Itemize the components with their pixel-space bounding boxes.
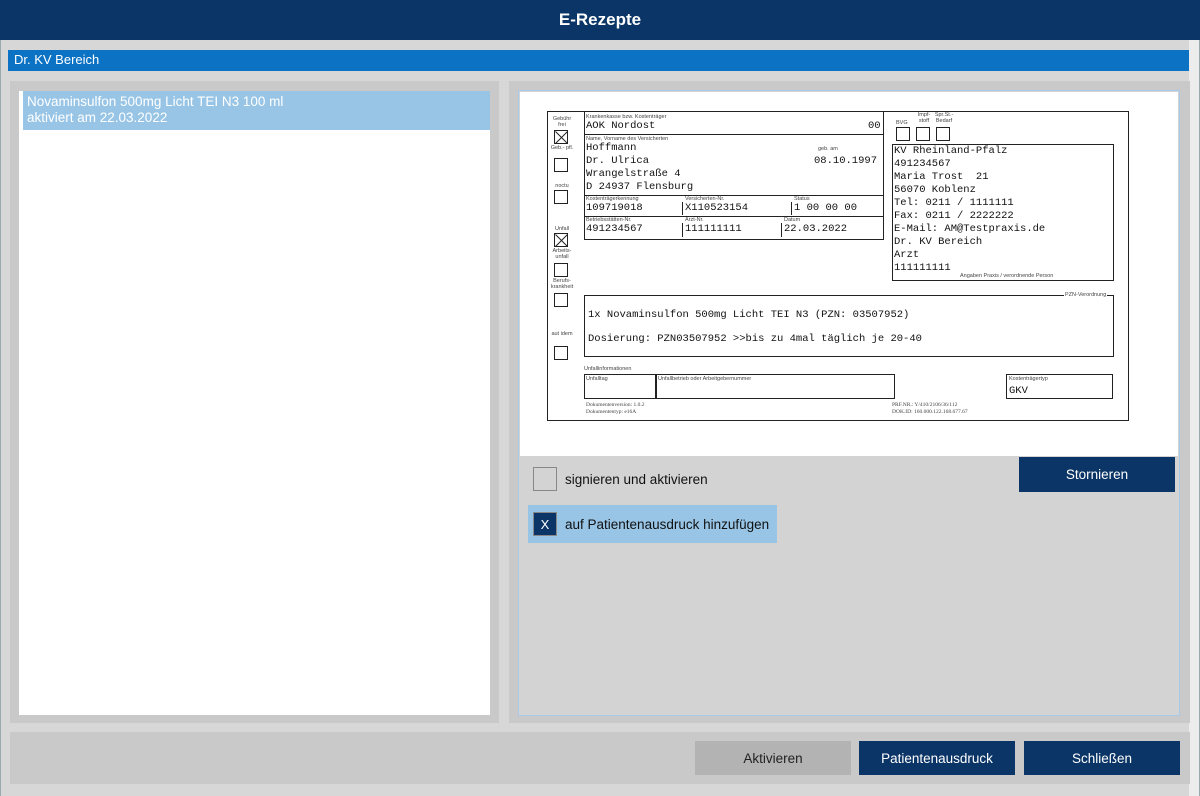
nachname-value: Hoffmann	[586, 142, 637, 154]
praxis-line-6: Fax: 0211 / 2222222	[894, 210, 1014, 222]
praxis-line-9: Arzt	[894, 249, 920, 261]
strasse-value: Wrangelstraße 4	[586, 168, 681, 180]
main-frame: Dr. KV Bereich Novaminsulfon 500mg Licht…	[0, 40, 1200, 796]
prescription-list-panel: Novaminsulfon 500mg Licht TEI N3 100 ml …	[10, 81, 499, 723]
section-header: Dr. KV Bereich	[8, 50, 1189, 71]
patient-print-row[interactable]: X auf Patientenausdruck hinzufügen	[528, 505, 777, 543]
label-noctu: noctu	[555, 183, 569, 189]
label-geb-pfl: Geb.- pfl.	[550, 145, 574, 151]
aktivieren-label: Aktivieren	[743, 750, 803, 766]
label-unfalltag: Unfalltag	[586, 376, 608, 382]
list-item[interactable]: Novaminsulfon 500mg Licht TEI N3 100 ml …	[23, 91, 490, 130]
checkbox-spr-st-bedarf	[936, 127, 950, 141]
prf-nr: PRF.NR.: Y/410/2106/36/112	[892, 402, 958, 408]
kostentraegerkennung-value: 109719018	[586, 202, 643, 214]
checkbox-noctu	[554, 190, 568, 204]
kasse-code-value: 00	[868, 120, 881, 132]
prescription-form: Gebühr frei Geb.- pfl. noctu Unfall Arbe…	[547, 111, 1129, 421]
kasse-value: AOK Nordost	[586, 120, 656, 132]
divider	[682, 223, 683, 237]
divider	[791, 202, 792, 215]
divider	[584, 134, 884, 135]
geburtsdatum-value: 08.10.1997	[814, 155, 878, 167]
patientenausdruck-button[interactable]: Patientenausdruck	[859, 741, 1015, 775]
praxis-line-5: Tel: 0211 / 1111111	[894, 197, 1014, 209]
dok-id: DOK.ID: 160.000.122.168.677.67	[892, 409, 968, 415]
checkbox-bvg	[896, 127, 910, 141]
checkbox-impfstoff	[916, 127, 930, 141]
divider	[781, 223, 782, 237]
dosierung-value: Dosierung: PZN03507952 >>bis zu 4mal täg…	[588, 333, 922, 345]
praxis-line-2: 491234567	[894, 158, 951, 170]
list-item-title: Novaminsulfon 500mg Licht TEI N3 100 ml	[27, 94, 284, 109]
verordnung-box	[584, 295, 1114, 357]
checkbox-arbeitsunfall	[554, 263, 568, 277]
patientenausdruck-label: Patientenausdruck	[881, 750, 993, 766]
vorname-value: Dr. Ulrica	[586, 155, 650, 167]
detail-panel: Gebühr frei Geb.- pfl. noctu Unfall Arbe…	[509, 81, 1190, 723]
stornieren-button[interactable]: Stornieren	[1019, 457, 1175, 492]
label-bvg: BVG	[896, 120, 908, 126]
praxis-line-3: Maria Trost 21	[894, 171, 989, 183]
window-title: E-Rezepte	[0, 0, 1200, 40]
label-spr-st-bedarf: Spr.St.- Bedarf	[934, 112, 954, 124]
label-unfallbetrieb: Unfallbetrieb oder Arbeitgebernummer	[658, 376, 752, 382]
datum-value: 22.03.2022	[784, 223, 848, 235]
checkbox-unfall	[554, 233, 568, 247]
label-geb-am: geb. am	[818, 146, 838, 152]
list-item-status: aktiviert am 22.03.2022	[27, 110, 168, 125]
prescription-list[interactable]: Novaminsulfon 500mg Licht TEI N3 100 ml …	[19, 91, 490, 715]
patient-print-checkbox[interactable]: X	[533, 512, 557, 536]
arzt-nr-value: 111111111	[685, 223, 742, 235]
label-aut-idem: aut idem	[551, 331, 573, 337]
window-scrollbar[interactable]	[1189, 40, 1199, 796]
stornieren-label: Stornieren	[1065, 467, 1129, 482]
checkbox-gebuehr-frei	[554, 130, 568, 144]
sign-activate-checkbox[interactable]	[533, 467, 557, 491]
status-value: 1 00 00 00	[794, 202, 858, 214]
schliessen-label: Schließen	[1071, 750, 1133, 766]
prescription-preview: Gebühr frei Geb.- pfl. noctu Unfall Arbe…	[520, 92, 1178, 456]
checkbox-aut-idem	[554, 346, 568, 360]
label-kostentraegertyp: Kostenträgertyp	[1009, 376, 1048, 382]
patient-print-label: auf Patientenausdruck hinzufügen	[565, 516, 770, 532]
kostentraegertyp-value: GKV	[1009, 385, 1028, 397]
label-unfallinformationen: Unfallinformationen	[584, 366, 632, 372]
aktivieren-button[interactable]: Aktivieren	[695, 741, 851, 775]
label-impfstoff: Impf- stoff	[917, 112, 931, 124]
ort-value: D 24937 Flensburg	[586, 181, 694, 193]
versicherten-nr-value: X110523154	[685, 202, 749, 214]
detail-inner: Gebühr frei Geb.- pfl. noctu Unfall Arbe…	[518, 90, 1180, 716]
label-berufskrankheit: Berufs- krankheit	[550, 278, 574, 290]
schliessen-button[interactable]: Schließen	[1024, 741, 1180, 775]
sign-activate-row[interactable]: signieren und aktivieren	[533, 467, 708, 491]
label-arbeitsunfall: Arbeits- unfall	[552, 248, 572, 260]
praxis-line-4: 56070 Koblenz	[894, 184, 976, 196]
verordnung-value: 1x Novaminsulfon 500mg Licht TEI N3 (PZN…	[588, 309, 910, 321]
betriebsstaetten-nr-value: 491234567	[586, 223, 643, 235]
praxis-line-8: Dr. KV Bereich	[894, 236, 983, 248]
praxis-line-7: E-Mail: AM@Testpraxis.de	[894, 223, 1046, 235]
checkbox-berufskrankheit	[554, 293, 568, 307]
label-angaben-praxis: Angaben Praxis / verordnende Person	[960, 273, 1054, 279]
sign-activate-label: signieren und aktivieren	[565, 471, 708, 487]
praxis-line-10: 111111111	[894, 262, 951, 274]
praxis-line-1: KV Rheinland-Pfalz	[894, 145, 1008, 157]
label-gebuehr-frei: Gebühr frei	[552, 116, 572, 128]
bottom-button-bar: Aktivieren Patientenausdruck Schließen	[10, 732, 1190, 784]
dokumententyp: Dokumententyp: e16A	[586, 409, 637, 415]
label-pzn-verordnung: PZN-Verordnung	[1064, 292, 1108, 298]
label-unfall: Unfall	[554, 226, 570, 232]
dokumentenversion: Dokumentenversion: 1.0.2	[586, 402, 645, 408]
divider	[682, 202, 683, 215]
checkbox-geb-pfl	[554, 158, 568, 172]
